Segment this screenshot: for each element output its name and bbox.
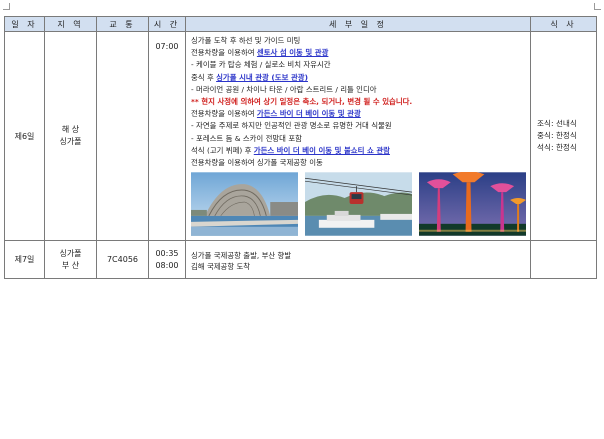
- day6-region-1: 해 상: [61, 125, 80, 135]
- day7-day-cell: 제7일: [4, 240, 45, 280]
- itinerary-page: 일 자 지 역 교 통 시 간 세 부 일 정 식 사 제6일 해 상 싱가폴: [0, 0, 604, 439]
- header-row: 일 자 지 역 교 통 시 간 세 부 일 정 식 사: [4, 16, 597, 32]
- detail-text: 석식 (고기 뷔페) 후: [191, 145, 254, 155]
- day6-detail-line: - 케이블 카 탑승 체험 / 실로소 비치 자유시간: [191, 59, 526, 71]
- detail-text: 싱가폴 도착 후 하선 및 가이드 미팅: [191, 36, 301, 45]
- day7-region-2: 부 산: [61, 260, 80, 270]
- header-time: 시 간: [148, 16, 186, 32]
- day6-detail-line: - 자연을 주제로 하지만 인공적인 관광 명소로 유명한 거대 식물원: [191, 120, 526, 132]
- detail-text: - 자연을 주제로 하지만 인공적인 관광 명소로 유명한 거대 식물원: [191, 121, 392, 131]
- corner-mark-right: [594, 3, 601, 10]
- cable-car-photo: [305, 172, 412, 236]
- corner-mark-left: [3, 3, 10, 10]
- header-meals: 식 사: [530, 16, 597, 32]
- esplanade-photo: [191, 172, 298, 236]
- header-region: 지 역: [44, 16, 97, 32]
- highlight-text: 센토사 섬 이동 및 관광: [256, 48, 329, 58]
- day7-row: 제7일 싱가폴 부 산 7C4056 00:35 08:00 싱가폴 국제공항 …: [4, 240, 597, 280]
- day6-detail-lines: 싱가폴 도착 후 하선 및 가이드 미팅전용차량을 이용하여 센토사 섬 이동 …: [191, 35, 526, 169]
- highlight-text: 싱가폴 시내 관광 (도보 관광): [216, 72, 308, 82]
- day7-time-1: 00:35: [155, 248, 179, 258]
- day6-detail-line: ** 현지 사정에 의하여 상기 일정은 축소, 되거나, 변경 될 수 있습니…: [191, 96, 526, 108]
- day6-transport-cell: [96, 30, 149, 242]
- day7-meals-cell: [530, 240, 597, 280]
- day7-detail-line-2: 김해 국제공항 도착: [191, 262, 251, 272]
- detail-text: 전용차량을 이용하여: [191, 48, 257, 58]
- day7-region-1: 싱가폴: [59, 248, 82, 258]
- day6-detail-line: - 포레스트 돔 & 스카이 전망대 포함: [191, 133, 526, 145]
- day6-meals: 조식: 선내식중식: 한정식석식: 한정식: [531, 118, 596, 154]
- day6-details-cell: 싱가폴 도착 후 하선 및 가이드 미팅전용차량을 이용하여 센토사 섬 이동 …: [185, 30, 531, 242]
- day7-details-cell: 싱가폴 국제공항 출발, 부산 향발 김해 국제공항 도착: [185, 240, 531, 280]
- day7-time-2: 08:00: [155, 260, 179, 270]
- day6-detail-line: 전용차량을 이용하여 센토사 섬 이동 및 관광: [191, 47, 526, 59]
- day6-day: 제6일: [14, 131, 35, 141]
- header-details: 세 부 일 정: [185, 16, 531, 32]
- meal-item: 석식: 한정식: [537, 143, 577, 153]
- day6-detail-line: 석식 (고기 뷔페) 후 가든스 바이 더 베이 이동 및 불쇼티 쇼 관람: [191, 145, 526, 157]
- day6-region-cell: 해 상 싱가폴: [44, 30, 97, 242]
- day6-detail-line: - 머라이언 공원 / 차이나 타운 / 아랍 스트리트 / 리틀 인디아: [191, 84, 526, 96]
- header-day: 일 자: [4, 16, 45, 32]
- detail-text: 중식 후: [191, 72, 217, 82]
- day7-transport: 7C4056: [106, 255, 139, 265]
- day6-meals-cell: 조식: 선내식중식: 한정식석식: 한정식: [530, 30, 597, 242]
- day6-region-2: 싱가폴: [59, 137, 82, 147]
- supertree-grove-photo: [419, 172, 526, 236]
- detail-text: 전용차량을 이용하여 싱가폴 국제공항 이동: [191, 158, 323, 168]
- day6-time: 07:00: [155, 42, 179, 51]
- warning-text: ** 현지 사정에 의하여 상기 일정은 축소, 되거나, 변경 될 수 있습니…: [191, 97, 413, 107]
- day6-detail-line: 중식 후 싱가폴 시내 관광 (도보 관광): [191, 72, 526, 84]
- detail-text: - 머라이언 공원 / 차이나 타운 / 아랍 스트리트 / 리틀 인디아: [191, 84, 377, 94]
- day6-detail-line: 전용차량을 이용하여 가든스 바이 더 베이 이동 및 관광: [191, 108, 526, 120]
- highlight-text: 가든스 바이 더 베이 이동 및 불쇼티 쇼 관람: [253, 145, 390, 155]
- day6-detail-line: 싱가폴 도착 후 하선 및 가이드 미팅: [191, 35, 526, 47]
- day6-detail-line: 전용차량을 이용하여 싱가폴 국제공항 이동: [191, 157, 526, 169]
- day6-time-cell: 07:00: [148, 30, 186, 242]
- day7-detail-line-1: 싱가폴 국제공항 출발, 부산 향발: [191, 251, 292, 261]
- day7-day: 제7일: [14, 255, 35, 265]
- itinerary-table: 일 자 지 역 교 통 시 간 세 부 일 정 식 사 제6일 해 상 싱가폴: [4, 16, 597, 280]
- detail-text: 전용차량을 이용하여: [191, 109, 257, 119]
- meal-item: 조식: 선내식: [537, 119, 577, 129]
- day7-transport-cell: 7C4056: [96, 240, 149, 280]
- detail-text: - 포레스트 돔 & 스카이 전망대 포함: [191, 133, 302, 143]
- day7-region-cell: 싱가폴 부 산: [44, 240, 97, 280]
- day6-row: 제6일 해 상 싱가폴 07:00 싱가폴 도착 후 하선 및 가이드 미팅전용…: [4, 30, 597, 242]
- highlight-text: 가든스 바이 더 베이 이동 및 관광: [256, 109, 361, 119]
- meal-item: 중식: 한정식: [537, 131, 577, 141]
- day6-day-cell: 제6일: [4, 30, 45, 242]
- day7-time-cell: 00:35 08:00: [148, 240, 186, 280]
- header-transport: 교 통: [96, 16, 149, 32]
- photo-strip: [191, 172, 526, 236]
- detail-text: - 케이블 카 탑승 체험 / 실로소 비치 자유시간: [191, 60, 331, 70]
